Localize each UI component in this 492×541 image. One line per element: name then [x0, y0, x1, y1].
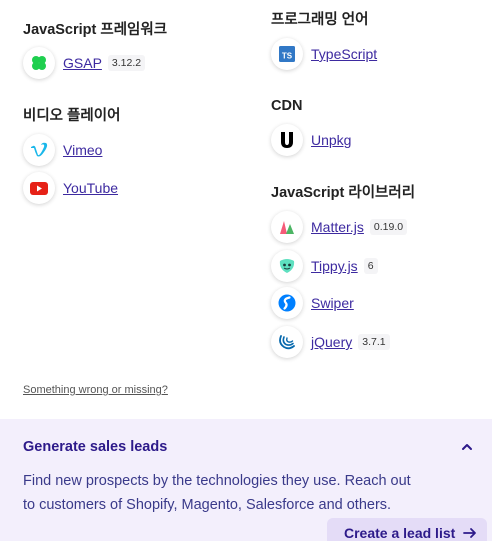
- tech-name[interactable]: TypeScript: [311, 45, 377, 63]
- typescript-icon: TS: [271, 38, 303, 70]
- leads-panel-description: Find new prospects by the technologies t…: [23, 473, 411, 513]
- tech-item-unpkg[interactable]: Unpkg: [271, 123, 351, 157]
- swiper-icon: [271, 287, 303, 319]
- vimeo-icon: [23, 134, 55, 166]
- tech-item-tippyjs[interactable]: Tippy.js 6: [271, 249, 378, 283]
- tech-item-youtube[interactable]: YouTube: [23, 171, 118, 205]
- tech-name[interactable]: Swiper: [311, 294, 354, 312]
- group-title-js-frameworks: JavaScript 프레임워크: [23, 22, 168, 38]
- chevron-up-icon[interactable]: [460, 441, 474, 453]
- group-title-cdn: CDN: [271, 98, 303, 114]
- svg-text:TS: TS: [282, 52, 293, 61]
- create-lead-list-button[interactable]: Create a lead list: [327, 518, 487, 541]
- group-title-programming-languages: 프로그래밍 언어: [271, 12, 369, 28]
- group-title-video-players: 비디오 플레이어: [23, 108, 121, 124]
- tech-name[interactable]: GSAP: [63, 54, 102, 72]
- report-issue-link[interactable]: Something wrong or missing?: [23, 384, 168, 396]
- unpkg-icon: [271, 124, 303, 156]
- tech-version-badge: 0.19.0: [369, 219, 408, 235]
- tech-version-badge: 6: [363, 258, 378, 274]
- tech-item-swiper[interactable]: Swiper: [271, 286, 354, 320]
- tech-item-matterjs[interactable]: Matter.js 0.19.0: [271, 210, 408, 244]
- tech-item-typescript[interactable]: TS TypeScript: [271, 37, 377, 71]
- tech-item-jquery[interactable]: jQuery 3.7.1: [271, 325, 390, 359]
- tech-item-gsap[interactable]: GSAP 3.12.2: [23, 46, 146, 80]
- sales-leads-panel: Generate sales leads Find new prospects …: [0, 419, 492, 541]
- tech-item-vimeo[interactable]: Vimeo: [23, 133, 102, 167]
- matterjs-icon: [271, 211, 303, 243]
- create-lead-list-label: Create a lead list: [344, 525, 456, 541]
- tippyjs-icon: [271, 250, 303, 282]
- tech-version-badge: 3.12.2: [107, 55, 146, 71]
- leads-panel-title: Generate sales leads: [23, 439, 168, 455]
- tech-version-badge: 3.7.1: [358, 334, 390, 350]
- tech-name[interactable]: YouTube: [63, 179, 118, 197]
- tech-name[interactable]: jQuery: [311, 333, 352, 351]
- arrow-right-icon: [463, 528, 477, 538]
- tech-name[interactable]: Matter.js: [311, 218, 364, 236]
- tech-name[interactable]: Unpkg: [311, 131, 351, 149]
- group-title-js-libraries: JavaScript 라이브러리: [271, 185, 416, 201]
- tech-name[interactable]: Tippy.js: [311, 257, 358, 275]
- gsap-icon: [23, 47, 55, 79]
- jquery-icon: [271, 326, 303, 358]
- youtube-icon: [23, 172, 55, 204]
- tech-name[interactable]: Vimeo: [63, 141, 102, 159]
